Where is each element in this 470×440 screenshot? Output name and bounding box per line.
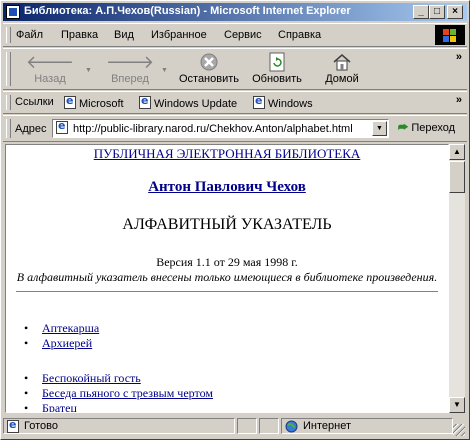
resize-grip[interactable] xyxy=(453,424,465,436)
ie-link-icon xyxy=(64,94,76,109)
refresh-icon xyxy=(265,51,289,73)
status-page-icon xyxy=(7,418,22,434)
list-item[interactable]: Архиерей xyxy=(24,336,92,351)
menu-bar: Файл Правка Вид Избранное Сервис Справка xyxy=(3,23,467,47)
menu-file[interactable]: Файл xyxy=(16,29,43,41)
zone-text: Интернет xyxy=(303,420,351,432)
address-grip[interactable] xyxy=(6,119,11,138)
windows-logo-icon xyxy=(435,25,465,45)
stop-button[interactable]: Остановить xyxy=(173,51,245,85)
scroll-thumb[interactable] xyxy=(449,161,465,193)
globe-icon xyxy=(285,420,298,436)
menu-help[interactable]: Справка xyxy=(278,29,321,41)
home-icon xyxy=(330,51,354,73)
refresh-label: Обновить xyxy=(252,73,302,85)
stop-label: Остановить xyxy=(178,73,240,85)
forward-dropdown-icon[interactable]: ▼ xyxy=(161,67,168,74)
status-text: Готово xyxy=(24,420,58,432)
home-button[interactable]: Домой xyxy=(317,51,367,85)
author-link[interactable]: Антон Павлович Чехов xyxy=(148,179,306,195)
forward-label: Вперед xyxy=(111,73,149,85)
close-button[interactable]: × xyxy=(447,5,463,19)
ie-link-icon xyxy=(139,94,151,109)
toolbar-chevron-icon[interactable]: » xyxy=(456,51,462,63)
links-label: Ссылки xyxy=(15,96,54,108)
link-windows-update-label: Windows Update xyxy=(154,98,238,110)
home-label: Домой xyxy=(325,73,359,85)
status-panel xyxy=(237,418,257,434)
vertical-scrollbar[interactable]: ▲ ▼ xyxy=(449,144,465,413)
go-label: Переход xyxy=(411,122,456,134)
links-grip[interactable] xyxy=(6,95,11,110)
page-content: ПУБЛИЧНАЯ ЭЛЕКТРОННАЯ БИБЛИОТЕКА Антон П… xyxy=(5,144,449,413)
back-label: Назад xyxy=(34,73,66,85)
title-bar[interactable]: Библиотека: А.П.Чехов(Russian) - Microso… xyxy=(3,3,467,21)
links-bar: Ссылки Microsoft Windows Update Windows … xyxy=(3,91,467,114)
page-icon xyxy=(56,119,68,134)
toolbar-grip[interactable] xyxy=(6,52,11,86)
window-title: Библиотека: А.П.Чехов(Russian) - Microso… xyxy=(24,5,351,17)
address-input[interactable] xyxy=(73,121,363,136)
go-button[interactable]: ⮫ Переход xyxy=(398,122,455,135)
status-panel xyxy=(259,418,279,434)
scroll-up-icon[interactable]: ▲ xyxy=(449,144,465,160)
back-dropdown-icon[interactable]: ▼ xyxy=(85,67,92,74)
back-button[interactable]: 🡐 Назад xyxy=(21,51,79,86)
list-item[interactable]: Беседа пьяного с трезвым чертом xyxy=(24,386,213,401)
link-microsoft[interactable]: Microsoft xyxy=(64,94,124,110)
list-item[interactable]: Аптекарша xyxy=(24,321,99,336)
author-heading: Антон Павлович Чехов xyxy=(6,179,448,196)
browser-window: Библиотека: А.П.Чехов(Russian) - Microso… xyxy=(0,0,470,440)
link-windows[interactable]: Windows xyxy=(253,94,313,110)
link-windows-update[interactable]: Windows Update xyxy=(139,94,238,110)
menu-grip[interactable] xyxy=(6,27,11,43)
ie-page-icon xyxy=(6,5,20,19)
link-microsoft-label: Microsoft xyxy=(79,98,124,110)
minimize-button[interactable]: _ xyxy=(413,5,429,19)
menu-edit[interactable]: Правка xyxy=(61,29,98,41)
address-label: Адрес xyxy=(15,123,47,135)
menu-favorites[interactable]: Избранное xyxy=(151,29,207,41)
address-field[interactable]: ▼ xyxy=(52,119,389,138)
menu-view[interactable]: Вид xyxy=(114,29,134,41)
status-bar: Готово Интернет xyxy=(3,415,467,437)
list-item[interactable]: Братец xyxy=(24,401,77,412)
back-arrow-icon: 🡐 xyxy=(25,51,75,72)
refresh-button[interactable]: Обновить xyxy=(247,51,307,85)
standard-toolbar: 🡐 Назад ▼ 🡒 Вперед ▼ Остановить Обновить… xyxy=(3,48,467,90)
version-text: Версия 1.1 от 29 мая 1998 г. xyxy=(156,255,298,269)
address-dropdown-icon[interactable]: ▼ xyxy=(372,121,387,136)
link-windows-label: Windows xyxy=(268,98,313,110)
forward-button[interactable]: 🡒 Вперед xyxy=(101,51,159,86)
list-item[interactable]: Беспокойный гость xyxy=(24,371,141,386)
stop-icon xyxy=(197,51,221,73)
note-text: В алфавитный указатель внесены только им… xyxy=(16,270,438,284)
go-arrow-icon: ⮫ xyxy=(398,122,409,134)
page-heading: АЛФАВИТНЫЙ УКАЗАТЕЛЬ xyxy=(122,216,332,233)
scroll-down-icon[interactable]: ▼ xyxy=(449,397,465,413)
forward-arrow-icon: 🡒 xyxy=(105,51,155,72)
maximize-button[interactable]: □ xyxy=(429,5,445,19)
address-bar: Адрес ▼ ⮫ Переход xyxy=(3,115,467,142)
divider xyxy=(16,291,438,293)
links-chevron-icon[interactable]: » xyxy=(456,94,462,106)
library-link[interactable]: ПУБЛИЧНАЯ ЭЛЕКТРОННАЯ БИБЛИОТЕКА xyxy=(6,146,448,162)
menu-tools[interactable]: Сервис xyxy=(224,29,262,41)
zone-panel: Интернет xyxy=(281,418,453,434)
ie-link-icon xyxy=(253,94,265,109)
status-main-panel: Готово xyxy=(3,418,235,434)
